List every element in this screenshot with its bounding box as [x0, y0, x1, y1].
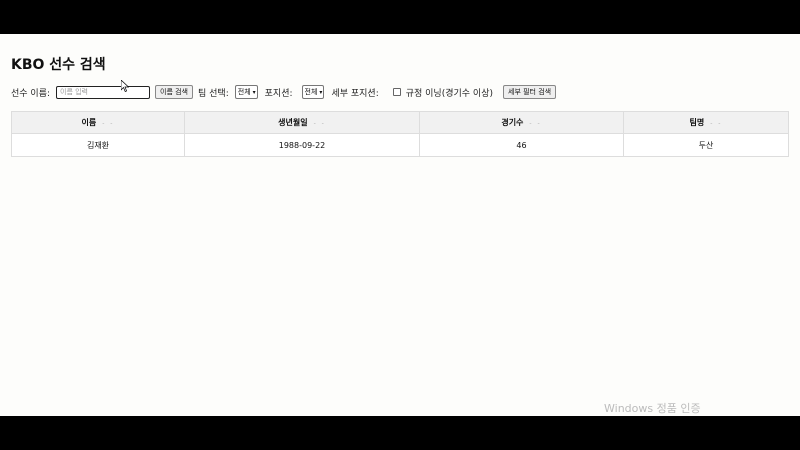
column-label: 생년월일 [278, 118, 308, 127]
name-search-button[interactable]: 이름 검색 [155, 85, 194, 99]
mouse-cursor-icon [121, 80, 129, 92]
search-controls: 선수 이름: 이름 검색 팀 선택: 전체 ▾ 포지션: 전체 ▾ 세부 포지션… [11, 84, 561, 100]
name-input[interactable] [56, 85, 151, 99]
sub-position-label: 세부 포지션: [331, 88, 379, 99]
page-title: KBO 선수 검색 [11, 57, 106, 73]
position-select[interactable]: 전체 ▾ [301, 85, 325, 99]
name-label: 선수 이름: [11, 88, 51, 99]
qualified-label: 규정 이닝(경기수 이상) [405, 88, 493, 99]
filter-search-button[interactable]: 세부 필터 검색 [503, 85, 557, 99]
browser-viewport: KBO 선수 검색 선수 이름: 이름 검색 팀 선택: 전체 ▾ 포지션: 전… [0, 34, 800, 416]
column-header-games[interactable]: 경기수 - - [419, 111, 624, 134]
player-table: 이름 - - 생년월일 - - 경기수 - - 팀명 - - 김재환 1988-09-2… [11, 111, 789, 157]
position-label: 포지션: [264, 88, 293, 99]
chevron-down-icon: ▾ [252, 88, 256, 96]
cell-team: 두산 [623, 133, 789, 157]
column-label: 팀명 [689, 118, 705, 127]
cell-birthdate: 1988-09-22 [184, 133, 420, 157]
sort-icon: - - [529, 120, 542, 127]
column-label: 경기수 [501, 118, 524, 127]
column-label: 이름 [81, 118, 97, 127]
qualified-checkbox[interactable] [392, 88, 401, 96]
sort-icon: - - [710, 120, 723, 127]
team-select[interactable]: 전체 ▾ [234, 85, 258, 99]
windows-activation-watermark: Windows 정품 인증 [604, 402, 701, 415]
column-header-name[interactable]: 이름 - - [11, 111, 185, 134]
team-label: 팀 선택: [198, 88, 229, 99]
chevron-down-icon: ▾ [319, 88, 323, 96]
position-select-value: 전체 [304, 88, 318, 96]
cell-name: 김재환 [11, 133, 185, 157]
table-header-row: 이름 - - 생년월일 - - 경기수 - - 팀명 - - [11, 111, 789, 134]
sort-icon: - - [102, 120, 115, 127]
column-header-team[interactable]: 팀명 - - [623, 111, 789, 134]
sort-icon: - - [313, 120, 326, 127]
column-header-birthdate[interactable]: 생년월일 - - [184, 111, 420, 134]
cell-games: 46 [419, 133, 624, 157]
team-select-value: 전체 [237, 88, 251, 96]
table-row: 김재환 1988-09-22 46 두산 [11, 133, 789, 157]
